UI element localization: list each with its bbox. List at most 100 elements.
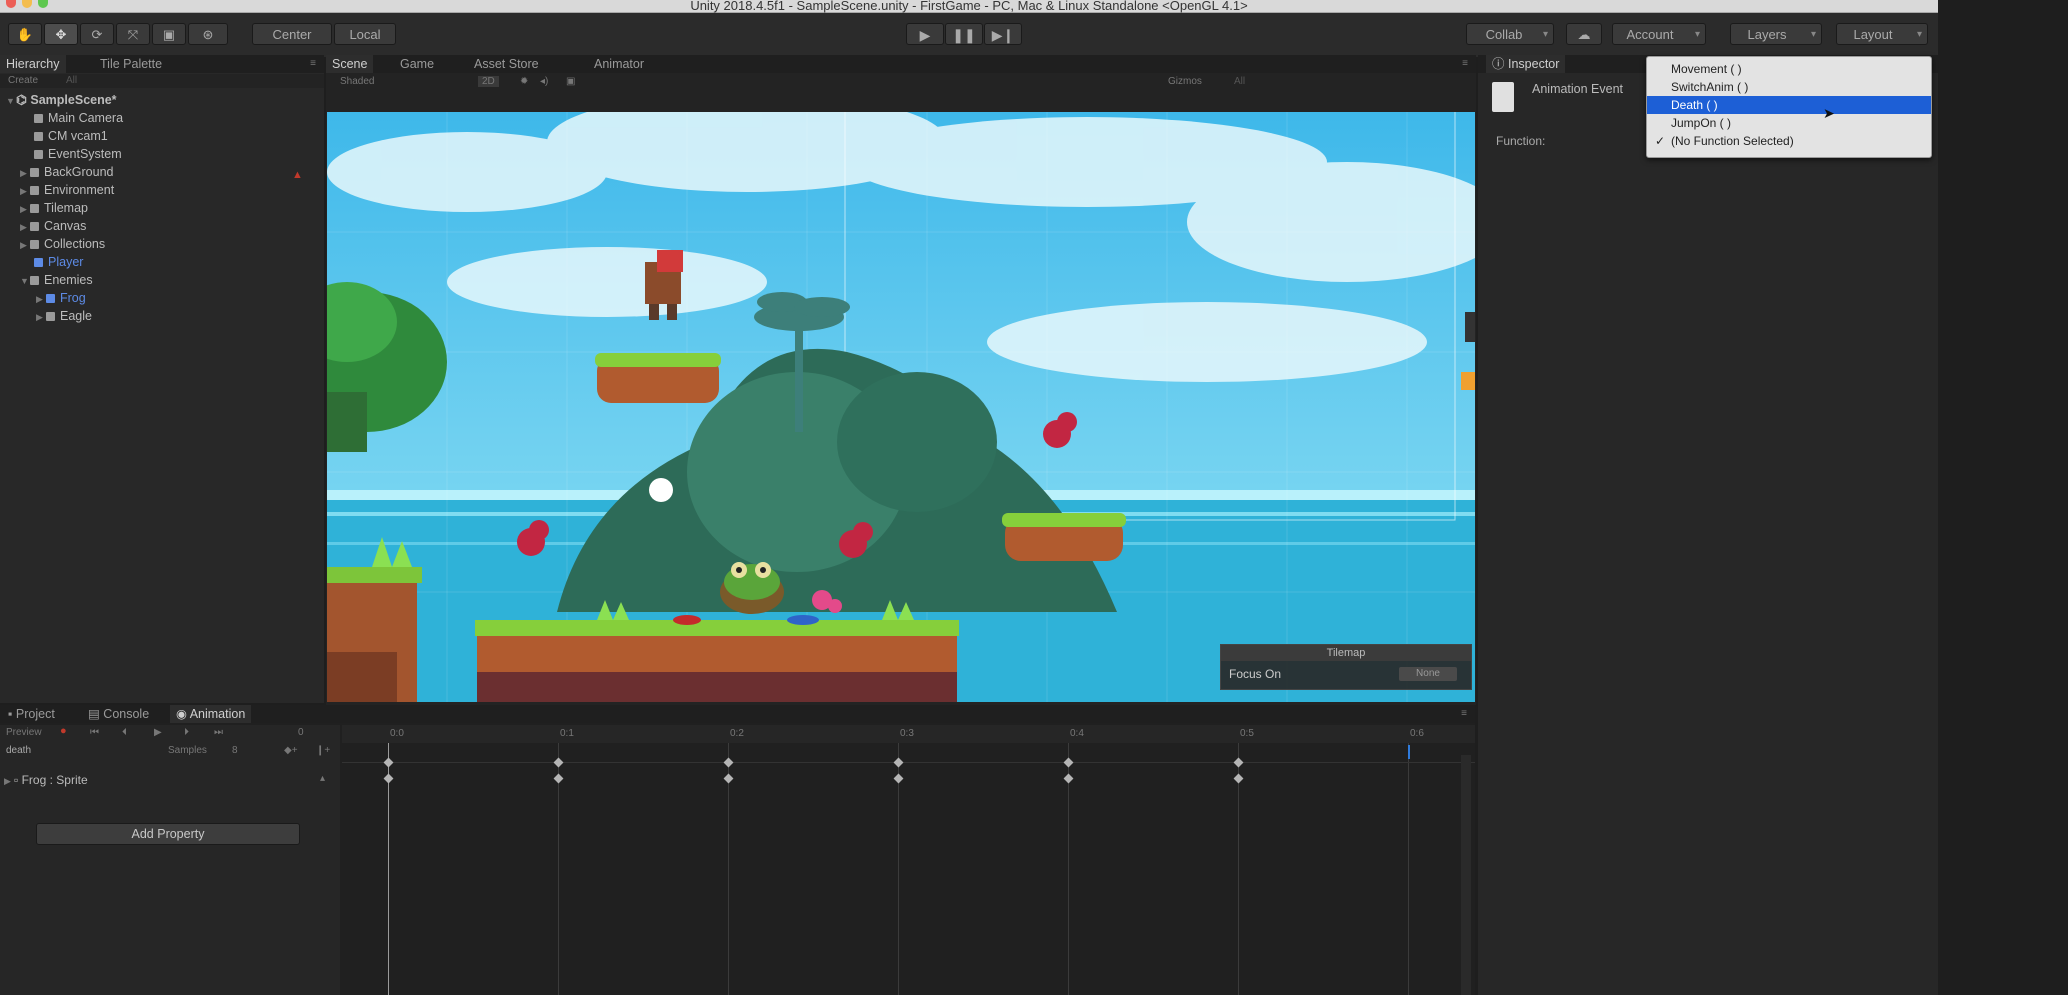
first-key-button[interactable]: ⏮ — [90, 727, 99, 738]
tab-asset-store[interactable]: Asset Store — [468, 55, 545, 73]
prev-key-button[interactable]: ⏴ — [122, 727, 127, 738]
menu-item-death[interactable]: Death ( ) — [1647, 96, 1931, 114]
focus-on-label: Focus On — [1229, 667, 1282, 681]
sprite-keyframes — [342, 771, 1475, 787]
time-ruler[interactable]: 0:0 0:1 0:2 0:3 0:4 0:5 0:6 — [342, 725, 1475, 743]
play-button[interactable]: ▶ — [906, 23, 944, 45]
keyframe[interactable] — [1233, 757, 1244, 768]
layers-dropdown[interactable]: Layers — [1730, 23, 1822, 46]
gameobject-icon — [34, 114, 43, 123]
cloud-button[interactable]: ☁ — [1566, 23, 1602, 45]
keyframe[interactable] — [1063, 773, 1074, 784]
transform-tool-button[interactable]: ⊛ — [188, 23, 228, 45]
menu-item-movement[interactable]: Movement ( ) — [1647, 60, 1931, 78]
move-tool-button[interactable]: ✥ — [44, 23, 78, 45]
rect-tool-button[interactable]: ▣ — [152, 23, 186, 45]
keyframe[interactable] — [893, 757, 904, 768]
timeline-scrollbar[interactable] — [1461, 755, 1471, 995]
step-button[interactable]: ▶❙ — [984, 23, 1022, 45]
add-property-button[interactable]: Add Property — [36, 823, 300, 845]
ground-platform — [475, 620, 959, 702]
hand-tool-button[interactable]: ✋ — [8, 23, 42, 45]
pause-icon: ❚❚ — [952, 27, 976, 43]
clip-dropdown[interactable]: death — [6, 745, 31, 756]
collab-dropdown[interactable]: Collab — [1466, 23, 1554, 46]
tree-item-frog[interactable]: ▶ Frog — [36, 289, 86, 307]
tree-item-tilemap[interactable]: ▶ Tilemap — [20, 199, 88, 217]
tab-animator[interactable]: Animator — [588, 55, 650, 73]
tab-hierarchy[interactable]: Hierarchy — [0, 55, 66, 73]
tab-console[interactable]: ▤ Console — [82, 705, 155, 723]
samples-field[interactable]: 8 — [232, 745, 238, 756]
rotate-tool-button[interactable]: ⟳ — [80, 23, 114, 45]
time-label: 0:2 — [730, 728, 744, 739]
tree-item-cm-vcam1[interactable]: CM vcam1 — [34, 127, 108, 145]
property-row[interactable]: ▶ ▫ Frog : Sprite ▴ — [0, 767, 340, 791]
tab-scene[interactable]: Scene — [326, 55, 374, 73]
menu-item-no-function[interactable]: ✓ (No Function Selected) — [1647, 132, 1931, 150]
next-key-button[interactable]: ⏵ — [184, 727, 189, 738]
hand-icon: ✋ — [16, 27, 34, 42]
keyframe[interactable] — [723, 757, 734, 768]
mouse-cursor-icon: ➤ — [1823, 105, 1835, 121]
layout-dropdown[interactable]: Layout — [1836, 23, 1928, 46]
play-animation-button[interactable]: ▶ — [154, 727, 162, 738]
keyframe[interactable] — [1063, 757, 1074, 768]
keyframe[interactable] — [723, 773, 734, 784]
scene-root[interactable]: ▼⌬ SampleScene* — [6, 91, 117, 109]
camera-gizmo-icon: ▲ — [292, 169, 303, 181]
scene-view[interactable]: Tilemap Focus On None — [327, 112, 1475, 702]
keyframe[interactable] — [1233, 773, 1244, 784]
last-key-button[interactable]: ⏭ — [214, 727, 223, 738]
effects-dropdown[interactable]: ▣ — [566, 76, 575, 87]
2d-toggle[interactable]: 2D — [478, 76, 499, 87]
keyframe[interactable] — [553, 773, 564, 784]
keyframe[interactable] — [383, 773, 394, 784]
preview-toggle[interactable]: Preview — [6, 727, 42, 738]
space-local-toggle[interactable]: Local — [334, 23, 396, 45]
lighting-toggle[interactable]: ✹ — [520, 76, 528, 87]
create-dropdown[interactable]: Create — [8, 75, 38, 86]
tab-project[interactable]: ▪ Project — [2, 705, 61, 723]
tree-item-eagle[interactable]: ▶ Eagle — [36, 307, 92, 325]
menu-item-jumpon[interactable]: JumpOn ( ) — [1647, 114, 1931, 132]
keyframe[interactable] — [893, 773, 904, 784]
tab-animation[interactable]: ◉ Animation — [170, 705, 252, 723]
tree-item-enemies[interactable]: ▼ Enemies — [20, 271, 93, 289]
keyframe[interactable] — [553, 757, 564, 768]
tree-item-eventsystem[interactable]: EventSystem — [34, 145, 122, 163]
pause-button[interactable]: ❚❚ — [945, 23, 983, 45]
account-dropdown[interactable]: Account — [1612, 23, 1706, 46]
function-dropdown-menu: Movement ( ) SwitchAnim ( ) Death ( ) Ju… — [1646, 56, 1932, 158]
folder-icon: ▪ — [8, 707, 16, 721]
scale-tool-button[interactable]: ⤧ — [116, 23, 150, 45]
tree-item-canvas[interactable]: ▶ Canvas — [20, 217, 86, 235]
frame-field[interactable]: 0 — [298, 727, 304, 738]
pivot-center-toggle[interactable]: Center — [252, 23, 332, 45]
animation-timeline[interactable]: 0:0 0:1 0:2 0:3 0:4 0:5 0:6 — [342, 725, 1475, 995]
panel-menu-icon[interactable]: ≡ — [1462, 58, 1468, 69]
panel-menu-icon[interactable]: ≡ — [310, 58, 316, 69]
platform-right — [1002, 513, 1126, 561]
panel-menu-icon[interactable]: ≡ — [1461, 708, 1467, 719]
tab-tile-palette[interactable]: Tile Palette — [94, 55, 168, 73]
summary-keyframes — [342, 755, 1475, 771]
menu-item-switchanim[interactable]: SwitchAnim ( ) — [1647, 78, 1931, 96]
tree-item-main-camera[interactable]: Main Camera — [34, 109, 123, 127]
tab-inspector[interactable]: ⓘ Inspector — [1486, 55, 1566, 73]
shading-dropdown[interactable]: Shaded — [340, 76, 374, 87]
focus-on-dropdown[interactable]: None — [1399, 667, 1457, 681]
add-event-button[interactable]: ❙+ — [316, 745, 330, 756]
record-button[interactable]: ● — [60, 725, 67, 737]
tree-item-player[interactable]: Player — [34, 253, 83, 271]
add-keyframe-button[interactable]: ◆+ — [284, 745, 298, 756]
keyframe[interactable] — [383, 757, 394, 768]
tree-item-collections[interactable]: ▶ Collections — [20, 235, 105, 253]
hierarchy-search-input[interactable]: All — [66, 75, 77, 86]
audio-toggle[interactable]: ◂) — [540, 76, 548, 87]
tab-game[interactable]: Game — [394, 55, 440, 73]
tree-item-background[interactable]: ▶ BackGround — [20, 163, 113, 181]
scene-search-input[interactable]: All — [1234, 76, 1245, 87]
tree-item-environment[interactable]: ▶ Environment — [20, 181, 114, 199]
gizmos-dropdown[interactable]: Gizmos — [1168, 76, 1202, 87]
